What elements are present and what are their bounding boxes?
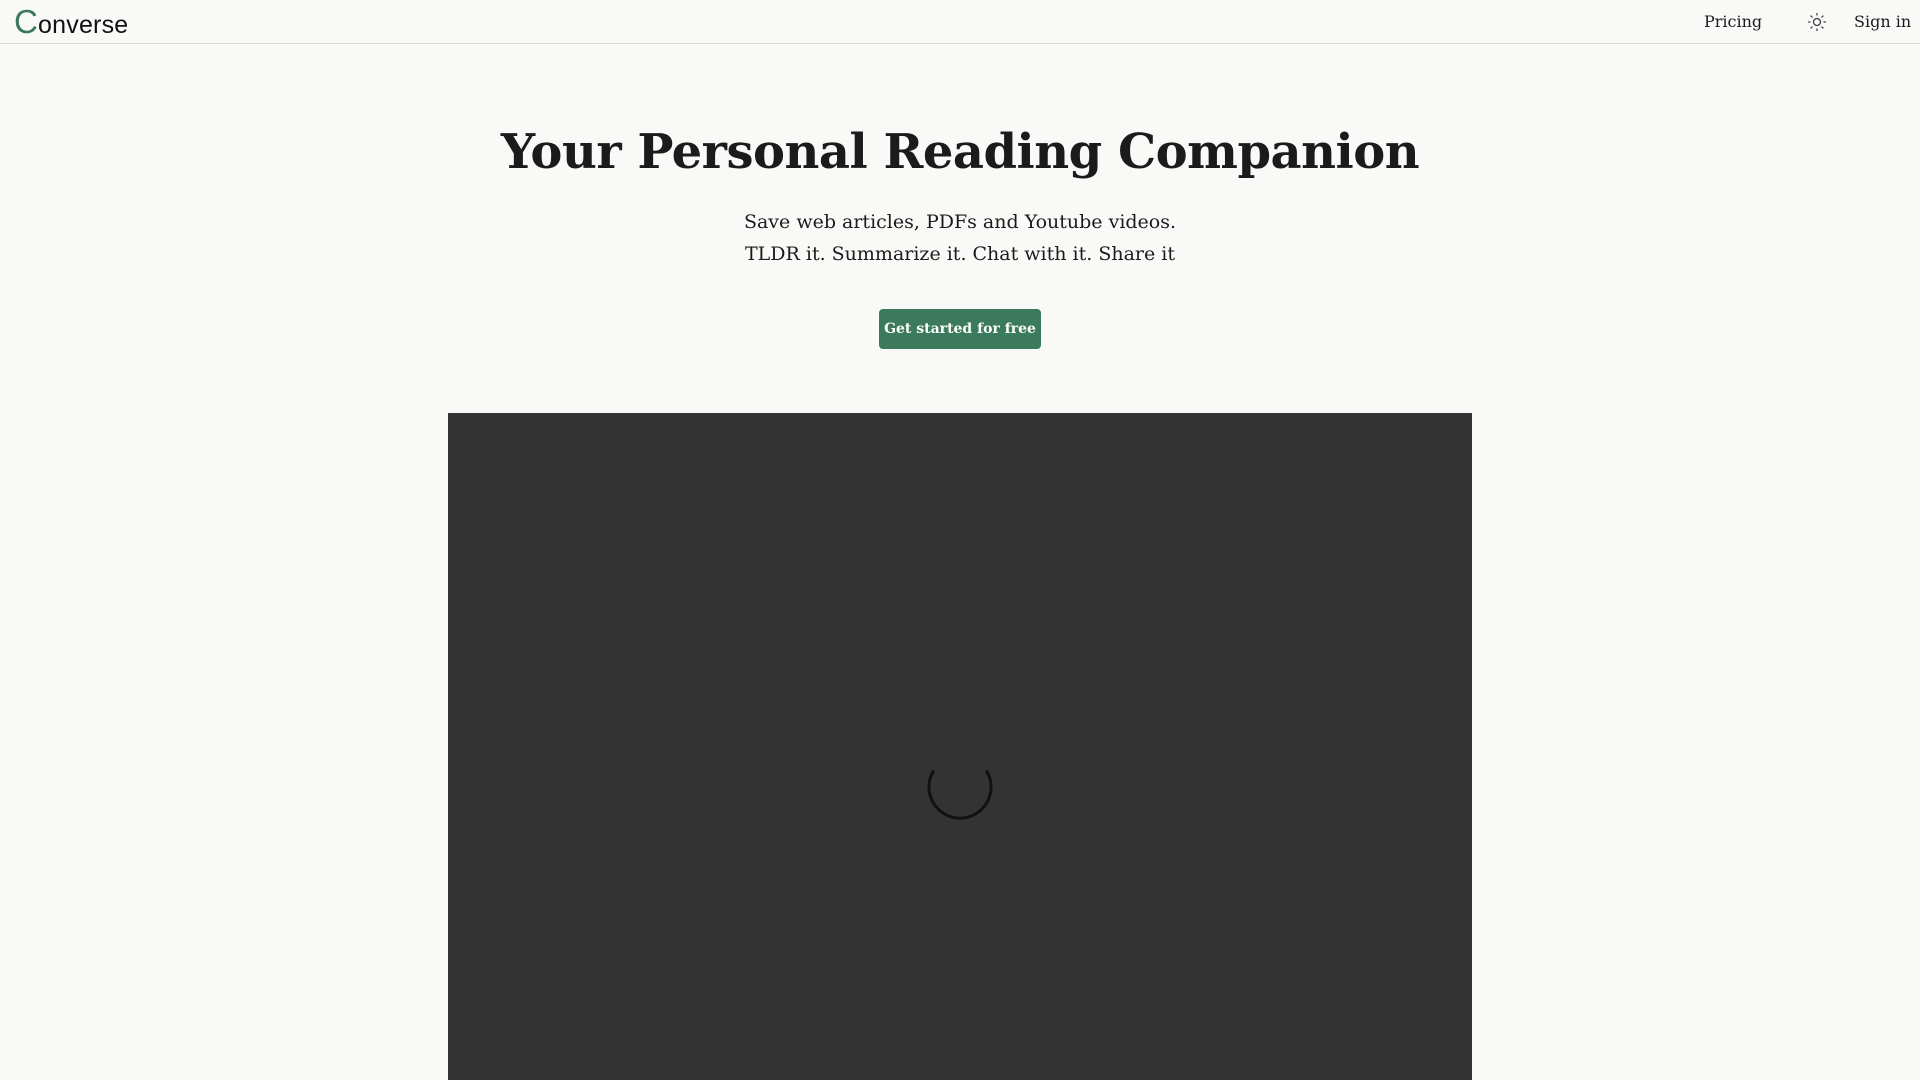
get-started-button[interactable]: Get started for free: [879, 309, 1041, 349]
nav-link-pricing[interactable]: Pricing: [1704, 11, 1762, 33]
hero-subtitle-line-1: Save web articles, PDFs and Youtube vide…: [743, 211, 1177, 233]
hero-subtitle-line-2: TLDR it. Summarize it. Chat with it. Sha…: [745, 243, 1175, 265]
logo-initial: C: [14, 3, 39, 40]
theme-toggle-button[interactable]: [1806, 11, 1828, 33]
loading-spinner-icon: [927, 770, 993, 820]
hero-subtitle: Save web articles, PDFs and Youtube vide…: [0, 206, 1920, 270]
converse-logo[interactable]: Converse: [14, 3, 129, 41]
top-navbar: Converse Pricing Sign in: [0, 0, 1920, 44]
demo-video-player[interactable]: [448, 413, 1472, 1080]
nav-link-sign-in[interactable]: Sign in: [1854, 11, 1911, 33]
sun-icon: [1807, 12, 1827, 32]
hero-title: Your Personal Reading Companion: [500, 124, 1420, 180]
logo-text: onverse: [38, 11, 129, 39]
